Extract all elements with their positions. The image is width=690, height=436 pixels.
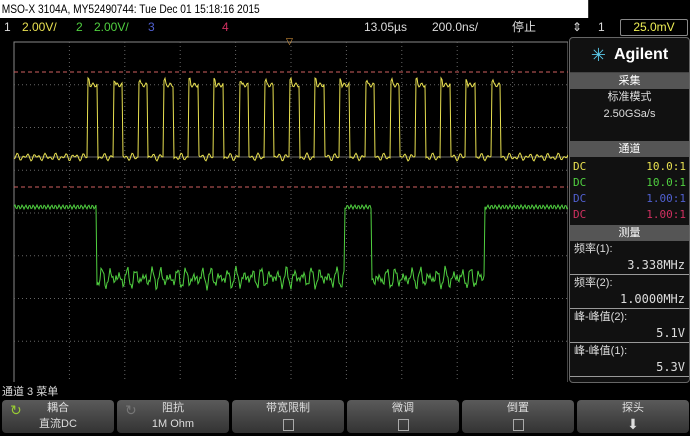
trigger-edge-icon: ⇕ xyxy=(572,20,583,34)
channel-row[interactable]: DC 10.0:1 xyxy=(570,175,689,191)
waveform-display: 12▽ xyxy=(13,38,568,382)
measure-header: 测量 xyxy=(570,225,689,241)
channel-probe: 1.00:1 xyxy=(646,208,686,221)
softkey-invert[interactable]: 倒置 xyxy=(462,400,574,433)
side-panel: ✳ Agilent 采集 标准模式 2.50GSa/s 通道 DC 10.0:1 D… xyxy=(569,37,690,383)
measurement-label: 频率(1): xyxy=(574,243,613,255)
ch4-number[interactable]: 4 xyxy=(222,18,229,36)
channels-header: 通道 xyxy=(570,141,689,157)
rotate-knob-icon: ↻ xyxy=(10,402,22,418)
trigger-position-marker: ▽ xyxy=(286,38,293,46)
softkey-label: 带宽限制 xyxy=(266,402,310,414)
ch1-number[interactable]: 1 xyxy=(4,18,11,36)
trigger-level[interactable]: 25.0mV xyxy=(620,19,688,36)
softkey-label: 微调 xyxy=(392,402,414,414)
softkey-bw-limit[interactable]: 带宽限制 xyxy=(232,400,344,433)
channel-coupling: DC xyxy=(573,192,587,205)
channel-probe: 10.0:1 xyxy=(646,160,686,173)
ch2-waveform xyxy=(13,203,568,291)
channel-probe: 10.0:1 xyxy=(646,176,686,189)
trigger-source: 1 xyxy=(598,20,605,34)
measurement-value: 3.338MHz xyxy=(570,257,689,275)
softkey-label: 探头 xyxy=(622,402,644,414)
measurement-label: 峰-峰值(2): xyxy=(574,311,628,323)
menu-title: 通道 3 菜单 xyxy=(2,386,59,398)
ch1-scale[interactable]: 2.00V/ xyxy=(22,18,57,36)
softkey-coupling[interactable]: ↻ 耦合 直流DC xyxy=(2,400,114,433)
ch2-scale[interactable]: 2.00V/ xyxy=(94,18,129,36)
window-title: MSO-X 3104A, MY52490744: Tue Dec 01 15:1… xyxy=(0,0,589,18)
measurement-value: 5.3V xyxy=(570,359,689,377)
measurement-value: 1.0000MHz xyxy=(570,291,689,309)
channel-row[interactable]: DC 1.00:1 xyxy=(570,191,689,207)
checkbox[interactable] xyxy=(282,419,294,431)
status-bar: 1 2.00V/ 2 2.00V/ 3 4 13.05µs 200.0ns/ 停… xyxy=(0,18,690,36)
acquire-header: 采集 xyxy=(570,73,689,89)
softkey-impedance[interactable]: ↻ 阻抗 1M Ohm xyxy=(117,400,229,433)
agilent-logo-icon: ✳ xyxy=(590,44,606,65)
brand-name: Agilent xyxy=(613,46,669,63)
softkey-fine[interactable]: 微调 xyxy=(347,400,459,433)
timebase-readout: 200.0ns/ xyxy=(432,20,479,34)
channel-coupling: DC xyxy=(573,160,587,173)
measurement-label: 峰-峰值(1): xyxy=(574,345,628,357)
sample-rate: 2.50GSa/s xyxy=(603,108,656,120)
measurement-value: 5.1V xyxy=(570,325,689,343)
run-state: 停止 xyxy=(512,20,537,34)
softkey-label: 倒置 xyxy=(507,402,529,414)
channel-coupling: DC xyxy=(573,208,587,221)
ch3-number[interactable]: 3 xyxy=(148,18,155,36)
rotate-knob-icon: ↻ xyxy=(125,402,137,418)
checkbox[interactable] xyxy=(397,419,409,431)
ch2-number[interactable]: 2 xyxy=(76,18,83,36)
arrow-down-icon: ⬇ xyxy=(627,416,639,432)
channel-row[interactable]: DC 1.00:1 xyxy=(570,207,689,223)
checkbox[interactable] xyxy=(512,419,524,431)
measurement-label: 频率(2): xyxy=(574,277,613,289)
softkey-probe[interactable]: 探头 ⬇ xyxy=(577,400,689,433)
channel-probe: 1.00:1 xyxy=(646,192,686,205)
channel-row[interactable]: DC 10.0:1 xyxy=(570,159,689,175)
acquire-mode: 标准模式 xyxy=(607,91,652,103)
delay-readout: 13.05µs xyxy=(364,20,407,34)
channel-coupling: DC xyxy=(573,176,587,189)
